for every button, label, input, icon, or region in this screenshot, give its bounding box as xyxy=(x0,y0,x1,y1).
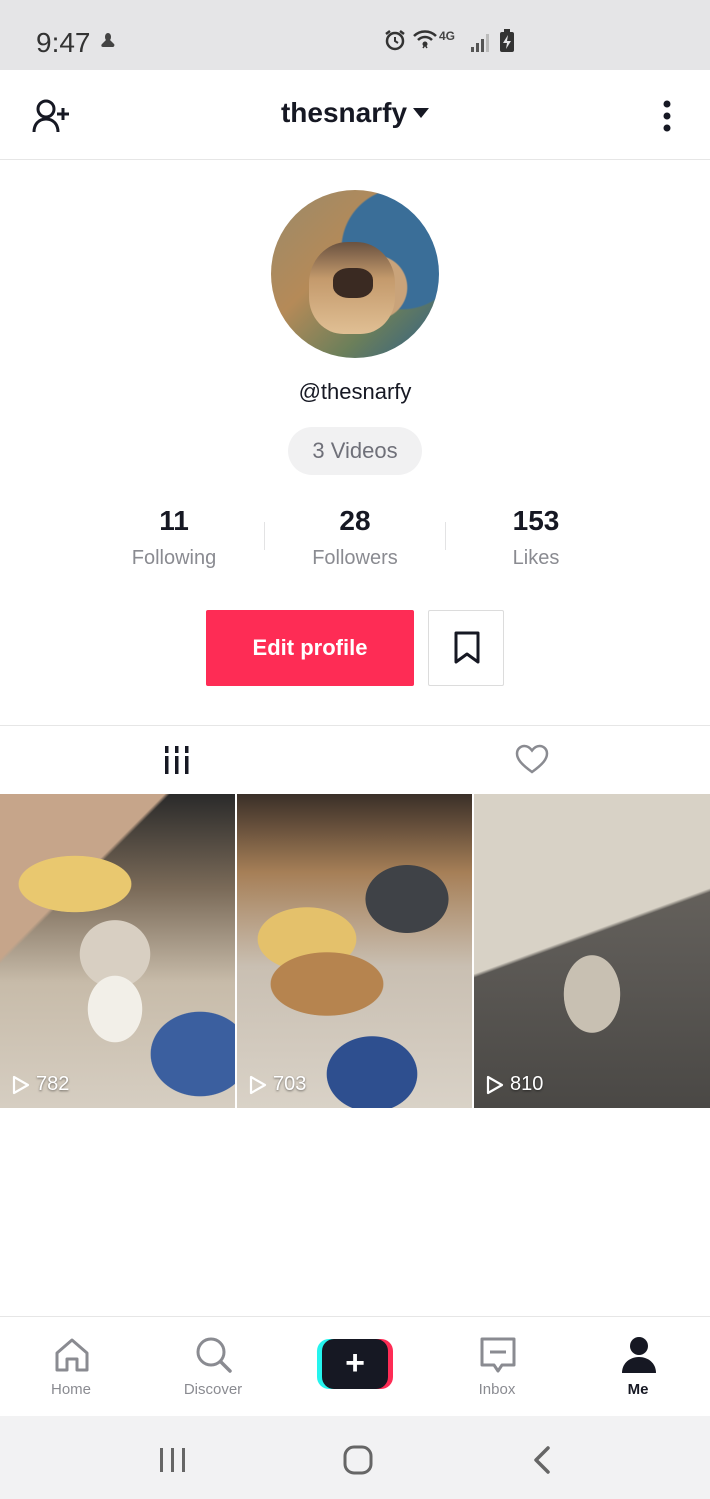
view-count: 782 xyxy=(12,1073,69,1096)
video-grid: 782 703 810 xyxy=(0,794,710,1108)
nav-discover[interactable]: Discover xyxy=(153,1317,273,1417)
view-count-value: 810 xyxy=(510,1073,544,1095)
play-icon xyxy=(12,1075,30,1094)
view-count: 810 xyxy=(486,1073,543,1096)
avatar[interactable] xyxy=(271,190,439,358)
stat-value: 11 xyxy=(159,505,189,536)
recents-icon[interactable] xyxy=(158,1446,188,1474)
plus-icon: + xyxy=(322,1339,388,1389)
nav-label: Me xyxy=(627,1381,649,1398)
profile-icon xyxy=(622,1337,656,1373)
tab-liked[interactable] xyxy=(355,726,710,795)
create-video-button[interactable]: + xyxy=(317,1339,393,1389)
profile-screen: 9:47 4G thesnarfy @thesnarfy 3 Videos 11… xyxy=(0,0,710,1499)
view-count-value: 703 xyxy=(273,1073,307,1095)
system-nav-bar xyxy=(0,1416,710,1499)
pokemon-icon xyxy=(101,33,115,47)
stat-followers[interactable]: 28 Followers xyxy=(265,505,445,570)
nav-me[interactable]: Me xyxy=(578,1317,698,1417)
username-handle: @thesnarfy xyxy=(298,379,412,404)
battery-icon xyxy=(500,29,514,52)
profile-tabs xyxy=(0,725,710,794)
account-switcher[interactable]: thesnarfy xyxy=(0,97,710,129)
nav-label: Home xyxy=(50,1381,91,1398)
stat-value: 28 xyxy=(339,505,371,536)
view-count: 703 xyxy=(249,1073,306,1096)
nav-label: Inbox xyxy=(478,1381,516,1398)
home-icon xyxy=(55,1338,89,1372)
edit-profile-button[interactable]: Edit profile xyxy=(206,610,414,686)
more-icon[interactable] xyxy=(660,98,674,134)
stat-label: Following xyxy=(131,547,217,569)
status-bar: 9:47 4G xyxy=(0,0,710,70)
favorites-button[interactable] xyxy=(428,610,504,686)
profile-header: thesnarfy xyxy=(0,70,710,160)
view-count-value: 782 xyxy=(36,1073,70,1095)
caret-down-icon xyxy=(413,107,430,118)
tab-videos[interactable] xyxy=(0,726,355,795)
inbox-icon xyxy=(480,1337,516,1373)
home-circle-icon[interactable] xyxy=(342,1444,374,1476)
play-icon xyxy=(486,1075,504,1094)
stat-following[interactable]: 11 Following xyxy=(84,505,264,570)
stat-label: Followers xyxy=(312,547,398,569)
bottom-nav: Home Discover + Inbox Me xyxy=(0,1316,710,1416)
stat-label: Likes xyxy=(512,547,560,569)
wifi-icon xyxy=(413,30,437,49)
search-icon xyxy=(196,1337,232,1373)
header-title: thesnarfy xyxy=(280,97,408,128)
nav-label: Discover xyxy=(183,1381,243,1398)
video-thumbnail[interactable]: 703 xyxy=(237,794,472,1108)
video-thumbnail[interactable]: 810 xyxy=(474,794,710,1108)
nav-home[interactable]: Home xyxy=(11,1317,131,1417)
network-label: 4G xyxy=(439,29,456,43)
video-thumbnail[interactable]: 782 xyxy=(0,794,235,1108)
grid-videos-icon xyxy=(164,746,190,774)
signal-icon xyxy=(471,34,489,52)
videos-count-badge: 3 Videos xyxy=(288,427,422,475)
heart-icon xyxy=(515,744,549,774)
back-icon[interactable] xyxy=(530,1445,554,1475)
nav-inbox[interactable]: Inbox xyxy=(437,1317,557,1417)
stat-likes[interactable]: 153 Likes xyxy=(446,505,626,570)
status-time: 9:47 xyxy=(36,27,91,58)
stat-value: 153 xyxy=(512,505,560,536)
avatar-dog-muzzle xyxy=(333,268,373,298)
play-icon xyxy=(249,1075,267,1094)
bookmark-icon xyxy=(454,631,480,664)
alarm-icon xyxy=(385,30,405,51)
